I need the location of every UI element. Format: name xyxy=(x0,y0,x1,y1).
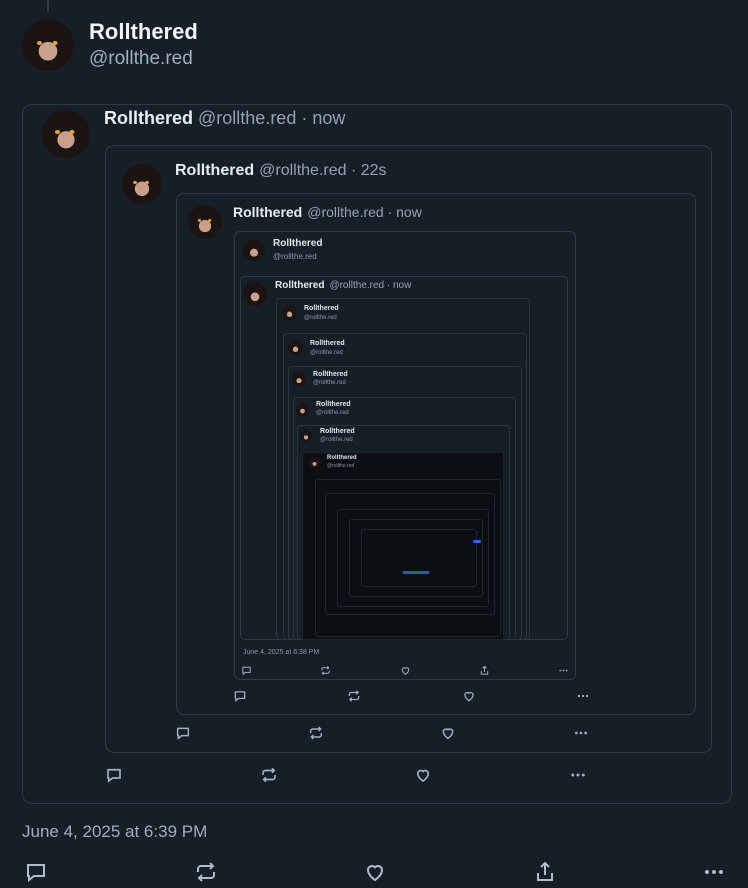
quote-author-name: Rollthered xyxy=(275,280,325,291)
quote-author-meta: @rollthe.red · 22s xyxy=(259,162,387,179)
nested-author-handle: @rollthe.red xyxy=(310,350,343,356)
quote-author-name[interactable]: Rollthered xyxy=(175,162,254,180)
quote-header: Rollthered @rollthe.red · now xyxy=(104,108,345,129)
repost-icon xyxy=(321,665,330,675)
nested-author-handle: @rollthe.red xyxy=(313,380,346,386)
share-icon[interactable] xyxy=(533,860,557,884)
nested-author-name: Rollthered xyxy=(327,455,357,461)
nested-author-handle: @rollthe.red xyxy=(320,437,353,443)
avatar[interactable] xyxy=(22,19,74,71)
avatar xyxy=(300,430,312,442)
like-icon[interactable] xyxy=(363,860,387,884)
quote-actions xyxy=(105,766,587,784)
repost-icon[interactable] xyxy=(308,725,324,741)
quote-author-name[interactable]: Rollthered xyxy=(104,108,193,129)
quote-header: Rollthered @rollthe.red · now xyxy=(275,280,411,291)
quote-author-meta: @rollthe.red · now xyxy=(198,108,346,128)
avatar[interactable] xyxy=(188,205,222,239)
reply-icon[interactable] xyxy=(24,860,48,884)
like-icon[interactable] xyxy=(414,766,432,784)
quote-header: Rollthered @rollthe.red · now xyxy=(233,204,422,220)
quote-author-name[interactable]: Rollthered xyxy=(233,204,302,220)
author-name[interactable]: Rollthered xyxy=(89,18,198,46)
avatar[interactable] xyxy=(122,164,162,204)
avatar xyxy=(288,340,303,355)
more-icon[interactable] xyxy=(576,689,590,703)
nested-author-handle: @rollthe.red xyxy=(304,315,337,321)
like-icon xyxy=(401,666,409,675)
thread-line xyxy=(47,0,49,12)
nested-author-name: Rollthered xyxy=(320,428,355,435)
avatar xyxy=(243,282,267,306)
nested-author-name: Rollthered xyxy=(316,401,351,408)
nested-author-handle: @rollthe.red xyxy=(316,410,349,416)
avatar xyxy=(243,239,265,261)
like-icon[interactable] xyxy=(440,725,456,741)
post-author[interactable]: Rollthered @rollthe.red xyxy=(22,18,198,72)
repost-icon[interactable] xyxy=(260,766,278,784)
quote-actions xyxy=(175,725,589,741)
more-icon xyxy=(559,669,568,671)
embedded-actions xyxy=(241,664,569,676)
repost-icon[interactable] xyxy=(347,689,361,703)
avatar[interactable] xyxy=(42,110,90,158)
post-date: June 4, 2025 at 6:39 PM xyxy=(22,822,208,841)
embedded-post-date: June 4, 2025 at 6:38 PM xyxy=(243,649,320,656)
nested-author-name: Rollthered xyxy=(304,305,339,312)
post-actions xyxy=(24,860,726,884)
quote-actions xyxy=(233,689,590,703)
reply-icon[interactable] xyxy=(175,725,191,741)
avatar xyxy=(282,305,297,320)
reply-icon xyxy=(242,666,251,675)
quote-author-meta: @rollthe.red · now xyxy=(307,204,422,220)
avatar xyxy=(309,457,320,468)
more-icon[interactable] xyxy=(573,725,589,741)
like-icon[interactable] xyxy=(462,689,476,703)
avatar xyxy=(296,403,309,416)
nested-author-name: Rollthered xyxy=(313,371,348,378)
embedded-author-name: Rollthered xyxy=(273,238,323,249)
nested-author-name: Rollthered xyxy=(310,340,345,347)
embedded-author-handle: @rollthe.red xyxy=(273,252,317,261)
quote-author-meta: @rollthe.red · now xyxy=(329,280,412,291)
reply-icon[interactable] xyxy=(233,689,247,703)
more-icon[interactable] xyxy=(702,860,726,884)
quote-header: Rollthered @rollthe.red · 22s xyxy=(175,162,387,180)
more-icon[interactable] xyxy=(569,766,587,784)
share-icon xyxy=(480,665,488,675)
avatar xyxy=(292,372,306,386)
nested-author-handle: @rollthe.red xyxy=(327,463,355,469)
reply-icon[interactable] xyxy=(105,766,123,784)
author-handle[interactable]: @rollthe.red xyxy=(89,46,198,72)
repost-icon[interactable] xyxy=(194,860,218,884)
embedded-screenshot: Rollthered @rollthe.red xyxy=(302,452,504,640)
